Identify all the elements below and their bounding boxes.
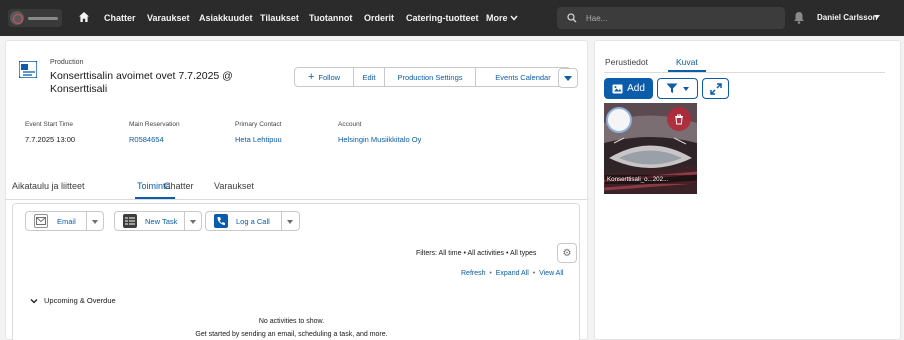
notifications-bell-icon[interactable] bbox=[793, 11, 805, 24]
production-settings-button[interactable]: Production Settings bbox=[385, 68, 476, 86]
email-button[interactable]: Email bbox=[57, 217, 76, 226]
highlight-label-event-start: Event Start Time bbox=[25, 121, 74, 128]
highlight-value-event-start: 7.7.2025 13:00 bbox=[25, 135, 76, 144]
side-active-tab-indicator bbox=[668, 70, 706, 72]
task-split-divider bbox=[184, 212, 185, 230]
more-actions-dropdown-button[interactable] bbox=[558, 68, 578, 88]
upcoming-overdue-section[interactable]: Upcoming & Overdue bbox=[30, 296, 116, 305]
record-actions: + Follow Edit Production Settings Events … bbox=[294, 67, 571, 87]
email-action: Email bbox=[25, 211, 104, 231]
highlight-label-account: Account bbox=[338, 121, 362, 128]
trash-icon bbox=[675, 114, 683, 124]
follow-button[interactable]: + Follow bbox=[295, 68, 354, 86]
filter-dropdown-button[interactable] bbox=[657, 78, 698, 99]
app-logo[interactable] bbox=[8, 9, 62, 27]
home-icon[interactable] bbox=[78, 11, 90, 23]
expand-icon[interactable] bbox=[702, 78, 729, 99]
image-select-checkbox[interactable] bbox=[606, 107, 632, 133]
highlight-value-primary-contact[interactable]: Heta Lehtipuu bbox=[235, 135, 282, 144]
add-image-icon bbox=[612, 84, 623, 93]
log-call-action: Log a Call bbox=[205, 211, 300, 231]
delete-image-button[interactable] bbox=[667, 107, 691, 131]
activity-links: Refresh • Expand All • View All bbox=[461, 270, 564, 277]
tab-varaukset[interactable]: Varaukset bbox=[214, 181, 254, 191]
nav-item-orderit[interactable]: Orderit bbox=[364, 13, 394, 23]
nav-item-tilaukset[interactable]: Tilaukset bbox=[260, 13, 299, 23]
log-call-button[interactable]: Log a Call bbox=[236, 217, 270, 226]
nav-item-asiakkuudet[interactable]: Asiakkuudet bbox=[199, 13, 253, 23]
nav-item-chatter[interactable]: Chatter bbox=[104, 13, 136, 23]
new-task-button[interactable]: New Task bbox=[145, 217, 177, 226]
global-search[interactable] bbox=[557, 7, 785, 29]
production-record-icon bbox=[19, 61, 37, 78]
search-icon bbox=[567, 13, 577, 23]
call-dropdown-chevron-icon[interactable] bbox=[287, 220, 293, 224]
user-menu-name[interactable]: Daniel Carlsson bbox=[817, 13, 877, 22]
edit-button[interactable]: Edit bbox=[354, 68, 385, 86]
nav-item-catering[interactable]: Catering-tuotteet bbox=[406, 13, 479, 23]
email-split-divider bbox=[86, 212, 87, 230]
search-input[interactable] bbox=[586, 13, 766, 23]
tab-kuvat[interactable]: Kuvat bbox=[676, 57, 698, 67]
active-tab-indicator bbox=[135, 197, 175, 199]
tab-perustiedot[interactable]: Perustiedot bbox=[605, 57, 648, 67]
events-calendar-button[interactable]: Events Calendar bbox=[476, 68, 570, 86]
upcoming-overdue-label: Upcoming & Overdue bbox=[44, 296, 116, 305]
record-title: Konserttisalin avoimet ovet 7.7.2025 @ K… bbox=[50, 70, 233, 95]
call-split-divider bbox=[281, 212, 282, 230]
nav-item-more[interactable]: More bbox=[486, 13, 508, 23]
filter-icon bbox=[666, 83, 678, 93]
no-activities-title: No activities to show. bbox=[258, 318, 325, 325]
refresh-link[interactable]: Refresh bbox=[461, 270, 486, 277]
view-all-link[interactable]: View All bbox=[539, 270, 563, 277]
image-caption: Konserttisali_o...202... bbox=[605, 175, 697, 184]
chevron-down-icon bbox=[30, 298, 38, 303]
email-icon bbox=[34, 214, 48, 228]
highlight-label-main-reservation: Main Reservation bbox=[129, 121, 180, 128]
activity-filters-summary: Filters: All time • All activities • All… bbox=[416, 250, 537, 257]
new-task-action: New Task bbox=[114, 211, 202, 231]
tab-aikataulu[interactable]: Aikataulu ja liitteet bbox=[12, 181, 85, 191]
expand-all-link[interactable]: Expand All bbox=[496, 270, 529, 277]
side-tabs-divider bbox=[604, 72, 885, 73]
record-type-label: Production bbox=[50, 59, 84, 66]
gear-icon[interactable]: ⚙ bbox=[557, 243, 577, 263]
add-button-label: Add bbox=[627, 83, 645, 94]
tab-chatter[interactable]: Chatter bbox=[164, 181, 194, 191]
no-activities-subtitle: Get started by sending an email, schedul… bbox=[195, 331, 388, 338]
phone-icon bbox=[214, 214, 228, 228]
nav-item-tuotannot[interactable]: Tuotannot bbox=[309, 13, 352, 23]
plus-icon: + bbox=[307, 71, 315, 83]
task-icon bbox=[123, 214, 137, 228]
global-header: Chatter Varaukset Asiakkuudet Tilaukset … bbox=[0, 0, 904, 36]
highlight-value-account[interactable]: Helsingin Musiikkitalo Oy bbox=[338, 135, 421, 144]
follow-label: Follow bbox=[318, 72, 341, 82]
logo-mark bbox=[10, 11, 24, 25]
highlight-label-primary-contact: Primary Contact bbox=[235, 121, 282, 128]
nav-item-varaukset[interactable]: Varaukset bbox=[147, 13, 190, 23]
tabs-divider bbox=[5, 199, 588, 200]
highlight-value-main-reservation[interactable]: R0584654 bbox=[129, 135, 164, 144]
chevron-down-icon bbox=[683, 86, 689, 91]
task-dropdown-chevron-icon[interactable] bbox=[190, 220, 196, 224]
add-image-button[interactable]: Add bbox=[604, 78, 653, 99]
email-dropdown-chevron-icon[interactable] bbox=[92, 220, 98, 224]
user-menu-chevron-icon[interactable] bbox=[874, 15, 880, 19]
logo-wordmark bbox=[28, 16, 58, 20]
chevron-down-icon[interactable] bbox=[510, 15, 518, 21]
